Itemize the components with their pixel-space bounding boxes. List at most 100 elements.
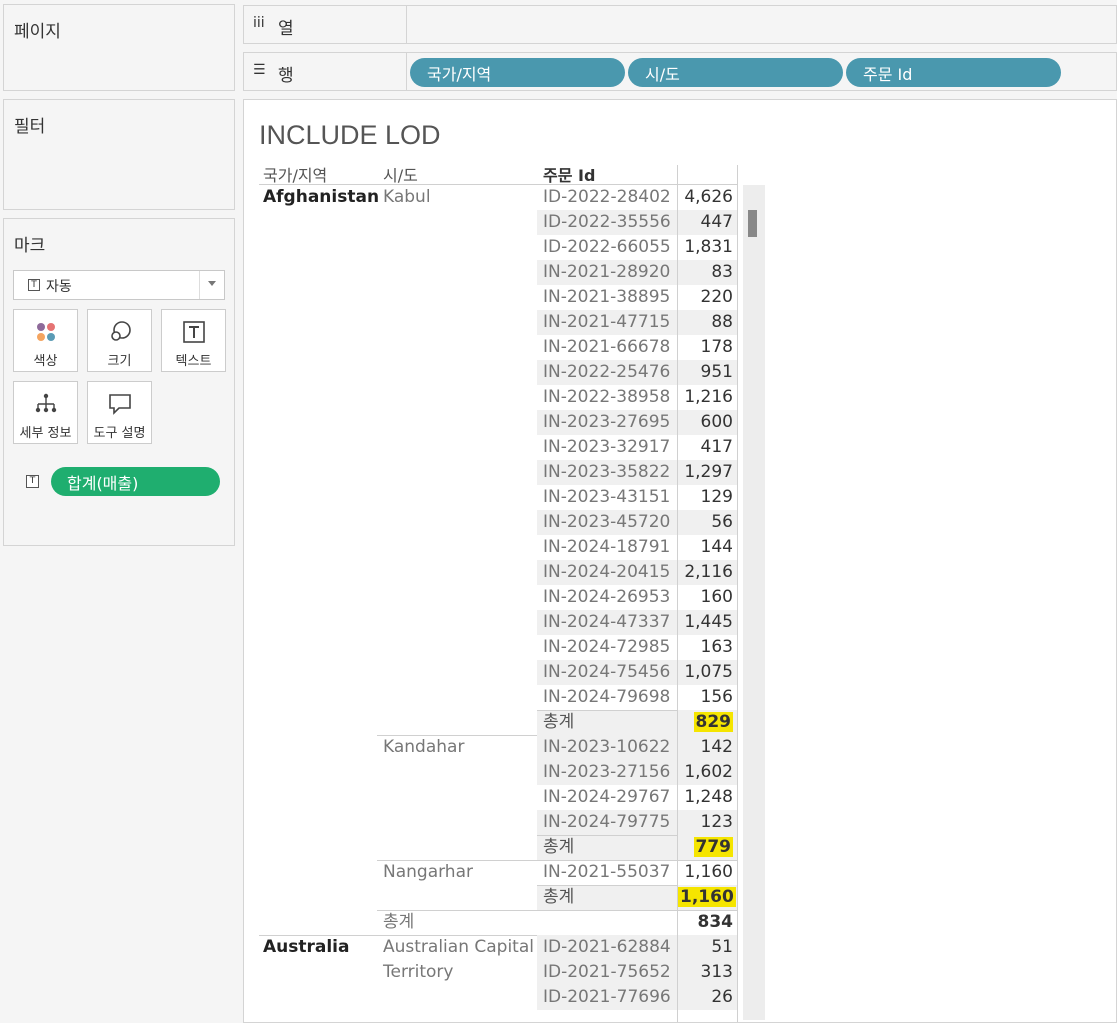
cell-state[interactable]: Kandahar — [383, 735, 464, 760]
cell-order-id[interactable]: ID-2021-77696 — [537, 985, 677, 1010]
pages-panel[interactable]: 페이지 — [3, 4, 235, 91]
subtotal-label[interactable]: 총계 — [537, 710, 677, 735]
cell-order-id[interactable]: IN-2021-47715 — [537, 310, 677, 335]
cell-sales-value[interactable]: 417 — [678, 435, 737, 460]
tooltip-button[interactable]: 도구 설명 — [87, 381, 152, 444]
cell-order-id[interactable]: IN-2023-43151 — [537, 485, 677, 510]
cell-order-id[interactable]: ID-2022-66055 — [537, 235, 677, 260]
cell-order-id[interactable]: IN-2021-55037 — [537, 860, 677, 885]
cell-order-id[interactable]: IN-2024-47337 — [537, 610, 677, 635]
cell-order-id[interactable]: IN-2021-66678 — [537, 335, 677, 360]
cell-sales-value[interactable]: 123 — [678, 810, 737, 835]
cell-order-id[interactable]: ID-2021-75652 — [537, 960, 677, 985]
cell-order-id[interactable]: IN-2023-27156 — [537, 760, 677, 785]
cell-sales-value[interactable]: 156 — [678, 685, 737, 710]
cell-order-id[interactable]: IN-2022-25476 — [537, 360, 677, 385]
cell-sales-value[interactable]: 220 — [678, 285, 737, 310]
cell-sales-value[interactable]: 600 — [678, 410, 737, 435]
cell-order-id[interactable]: IN-2022-38958 — [537, 385, 677, 410]
cell-sales-value[interactable]: 88 — [678, 310, 737, 335]
mark-type-dropdown[interactable]: T 자동 — [13, 270, 225, 300]
cell-order-id[interactable]: IN-2024-26953 — [537, 585, 677, 610]
vertical-scrollbar[interactable] — [743, 185, 765, 1020]
subtotal-value[interactable]: 829 — [678, 710, 737, 735]
cell-sales-value[interactable]: 1,445 — [678, 610, 737, 635]
scrollbar-thumb[interactable] — [748, 210, 757, 237]
cell-sales-value[interactable]: 51 — [678, 935, 737, 960]
cell-order-id[interactable]: IN-2024-72985 — [537, 635, 677, 660]
cell-state[interactable]: Kabul — [383, 185, 431, 210]
worksheet-view[interactable]: INCLUDE LOD 국가/지역 시/도 주문 Id Afghanistan K… — [243, 99, 1117, 1023]
header-order-id[interactable]: 주문 Id — [543, 162, 595, 186]
cell-sales-value[interactable]: 4,626 — [678, 185, 737, 210]
color-dots-icon — [36, 323, 55, 341]
measure-pill-sum-sales[interactable]: 합계(매출) — [51, 467, 220, 496]
row-pill-order-id[interactable]: 주문 Id — [846, 58, 1061, 87]
cell-order-id[interactable]: IN-2023-35822 — [537, 460, 677, 485]
subtotal-label[interactable]: 총계 — [537, 885, 677, 910]
rows-shelf[interactable]: ☰ 행 국가/지역 시/도 주문 Id — [243, 52, 1117, 91]
cell-country[interactable]: Australia — [263, 935, 350, 960]
cell-order-id[interactable]: IN-2021-28920 — [537, 260, 677, 285]
cell-sales-value[interactable]: 1,831 — [678, 235, 737, 260]
row-pill-country[interactable]: 국가/지역 — [410, 58, 625, 87]
cell-order-id[interactable]: IN-2024-79775 — [537, 810, 677, 835]
size-circles-icon — [110, 321, 131, 341]
text-encoding-icon[interactable]: T — [26, 475, 39, 488]
cell-order-id[interactable]: IN-2021-38895 — [537, 285, 677, 310]
cell-order-id[interactable]: IN-2024-20415 — [537, 560, 677, 585]
row-pill-state[interactable]: 시/도 — [628, 58, 843, 87]
cell-sales-value[interactable]: 56 — [678, 510, 737, 535]
cell-sales-value[interactable]: 1,160 — [678, 860, 737, 885]
size-button[interactable]: 크기 — [87, 309, 152, 372]
country-total-label[interactable]: 총계 — [383, 910, 414, 935]
cell-sales-value[interactable]: 160 — [678, 585, 737, 610]
subtotal-value[interactable]: 779 — [678, 835, 737, 860]
header-state[interactable]: 시/도 — [383, 162, 418, 186]
cell-order-id[interactable]: IN-2023-45720 — [537, 510, 677, 535]
cell-order-id[interactable]: IN-2024-79698 — [537, 685, 677, 710]
cell-sales-value[interactable]: 1,602 — [678, 760, 737, 785]
cell-sales-value[interactable]: 178 — [678, 335, 737, 360]
color-button[interactable]: 색상 — [13, 309, 78, 372]
cell-sales-value[interactable]: 1,248 — [678, 785, 737, 810]
cell-sales-value[interactable]: 129 — [678, 485, 737, 510]
cell-sales-value[interactable]: 951 — [678, 360, 737, 385]
cell-state[interactable]: Nangarhar — [383, 860, 473, 885]
cell-sales-value[interactable]: 26 — [678, 985, 737, 1010]
cell-order-id[interactable]: IN-2024-75456 — [537, 660, 677, 685]
cell-order-id[interactable]: IN-2023-27695 — [537, 410, 677, 435]
cell-sales-value[interactable]: 144 — [678, 535, 737, 560]
cell-sales-value[interactable]: 142 — [678, 735, 737, 760]
subtotal-value[interactable]: 1,160 — [678, 885, 737, 910]
cell-country[interactable]: Afghanistan — [263, 185, 379, 210]
rows-shelf-header: ☰ 행 — [244, 53, 407, 90]
text-mark-icon: T — [28, 279, 40, 291]
cell-sales-value[interactable]: 163 — [678, 635, 737, 660]
country-total-value[interactable]: 834 — [678, 910, 737, 935]
cell-sales-value[interactable]: 1,216 — [678, 385, 737, 410]
cell-sales-value[interactable]: 1,075 — [678, 660, 737, 685]
cell-sales-value[interactable]: 1,297 — [678, 460, 737, 485]
chevron-down-icon[interactable] — [208, 281, 216, 286]
filters-panel[interactable]: 필터 — [3, 99, 235, 210]
cell-order-id[interactable]: IN-2024-18791 — [537, 535, 677, 560]
cell-order-id[interactable]: ID-2022-35556 — [537, 210, 677, 235]
text-button[interactable]: 텍스트 — [161, 309, 226, 372]
cell-order-id[interactable]: ID-2021-62884 — [537, 935, 677, 960]
cell-state[interactable]: Australian Capital — [383, 935, 534, 960]
header-country[interactable]: 국가/지역 — [263, 162, 327, 186]
detail-button[interactable]: 세부 정보 — [13, 381, 78, 444]
cell-sales-value[interactable]: 313 — [678, 960, 737, 985]
subtotal-label[interactable]: 총계 — [537, 835, 677, 860]
cell-order-id[interactable]: IN-2023-32917 — [537, 435, 677, 460]
filters-title: 필터 — [14, 117, 46, 137]
cell-order-id[interactable]: ID-2022-28402 — [537, 185, 677, 210]
cell-state[interactable]: Territory — [383, 960, 453, 985]
cell-sales-value[interactable]: 83 — [678, 260, 737, 285]
cell-order-id[interactable]: IN-2024-29767 — [537, 785, 677, 810]
cell-sales-value[interactable]: 447 — [678, 210, 737, 235]
columns-shelf[interactable]: iii 열 — [243, 5, 1117, 44]
cell-order-id[interactable]: IN-2023-10622 — [537, 735, 677, 760]
cell-sales-value[interactable]: 2,116 — [678, 560, 737, 585]
